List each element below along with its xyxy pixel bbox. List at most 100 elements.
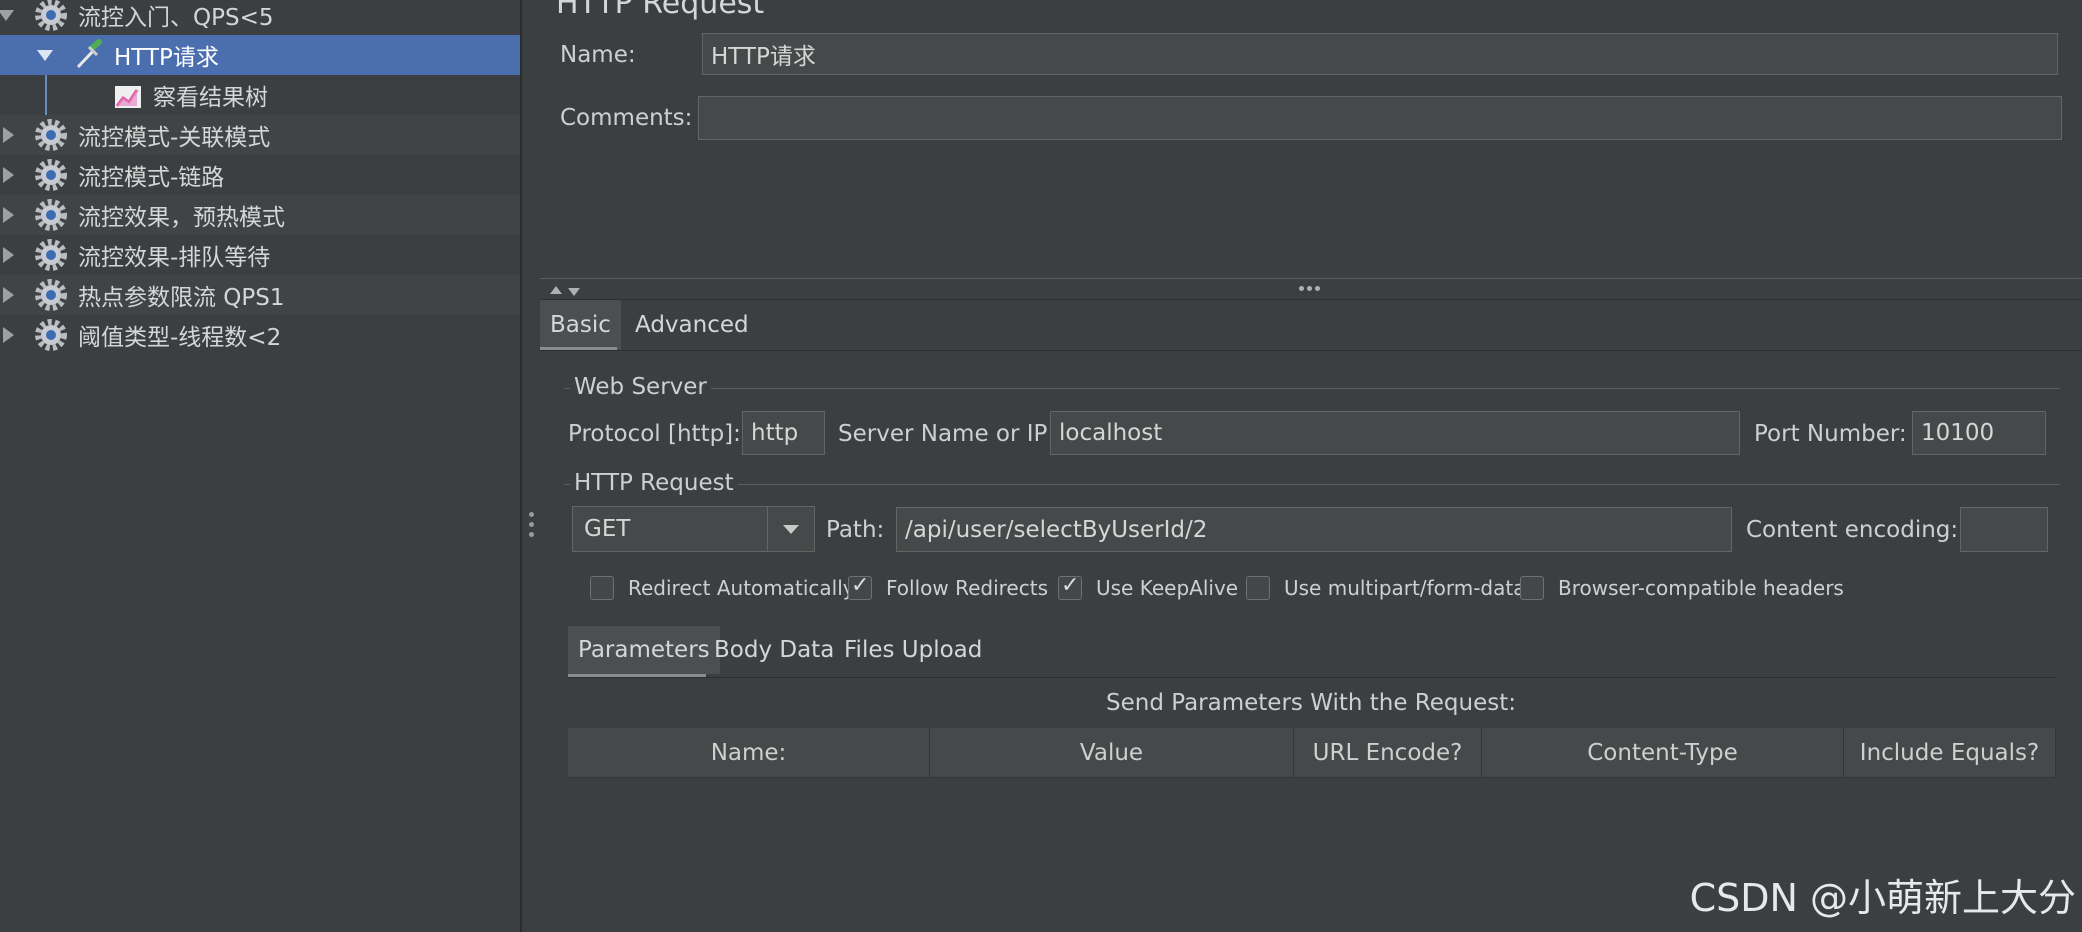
comments-field[interactable] (698, 96, 2062, 140)
gear-icon (34, 318, 68, 352)
web-server-group-title: Web Server (570, 374, 711, 400)
checkbox-label: Redirect Automatically (628, 576, 855, 600)
gear-icon (34, 158, 68, 192)
tree-item-flow-control-intro[interactable]: 流控入门、QPS<5 (0, 0, 520, 35)
expand-arrow-icon[interactable] (3, 247, 14, 263)
tree-item-label: 察看结果树 (153, 85, 268, 111)
tree-item-flow-mode-associate[interactable]: 流控模式-关联模式 (0, 115, 520, 155)
chart-icon (111, 78, 145, 112)
collapse-down-icon[interactable] (568, 288, 580, 296)
protocol-field[interactable] (742, 411, 825, 455)
column-header-content-type[interactable]: Content-Type (1482, 728, 1844, 778)
tree-item-hotspot-param[interactable]: 热点参数限流 QPS1 (0, 275, 520, 315)
chevron-down-icon (783, 525, 799, 534)
tree-item-threshold-threads[interactable]: 阈值类型-线程数<2 (0, 315, 520, 355)
tree-item-label: 流控入门、QPS<5 (78, 5, 274, 31)
column-header-name[interactable]: Name: (568, 728, 930, 778)
port-field[interactable] (1912, 411, 2046, 455)
panel-splitter[interactable] (522, 0, 541, 932)
protocol-label: Protocol [http]: (568, 421, 741, 447)
expand-arrow-icon[interactable] (3, 167, 14, 183)
tree-item-flow-effect-queue[interactable]: 流控效果-排队等待 (0, 235, 520, 275)
checkbox-label: Use KeepAlive (1096, 576, 1239, 600)
tree-item-label: HTTP请求 (114, 45, 219, 71)
tab-files-upload[interactable]: Files Upload (836, 626, 990, 674)
tab-parameters[interactable]: Parameters (568, 626, 720, 674)
name-field[interactable] (702, 33, 2058, 75)
tab-basic[interactable]: Basic (540, 300, 621, 350)
expand-arrow-icon[interactable] (3, 127, 14, 143)
checkbox-box[interactable]: ✓ (848, 573, 872, 600)
tree-item-label: 流控效果，预热模式 (78, 205, 285, 231)
path-label: Path: (826, 517, 885, 543)
http-request-group-title: HTTP Request (570, 470, 738, 496)
checkbox-label: Browser-compatible headers (1558, 576, 1844, 600)
tree-item-flow-mode-link[interactable]: 流控模式-链路 (0, 155, 520, 195)
server-name-label: Server Name or IP: (838, 421, 1056, 447)
splitter-dot (529, 512, 534, 517)
tree-item-label: 流控模式-关联模式 (78, 125, 271, 151)
tree-item-label: 流控模式-链路 (78, 165, 225, 191)
tree-item-label: 流控效果-排队等待 (78, 245, 271, 271)
content-encoding-field[interactable] (1960, 507, 2048, 552)
column-header-url-encode[interactable]: URL Encode? (1294, 728, 1482, 778)
pipette-icon (72, 38, 106, 72)
parameters-caption: Send Parameters With the Request: (1106, 690, 1516, 716)
tree-item-label: 热点参数限流 QPS1 (78, 285, 285, 311)
dropdown-button[interactable] (767, 507, 814, 551)
gear-icon (34, 0, 68, 32)
tree-item-http-request[interactable]: HTTP请求 (0, 35, 520, 75)
content-encoding-label: Content encoding: (1746, 517, 1959, 543)
gear-icon (34, 118, 68, 152)
splitter-dot (529, 532, 534, 537)
gear-icon (34, 278, 68, 312)
checkbox-label: Use multipart/form-data (1284, 576, 1526, 600)
name-label: Name: (560, 42, 636, 68)
splitter-dot (1299, 286, 1304, 291)
tree-item-flow-effect-warmup[interactable]: 流控效果，预热模式 (0, 195, 520, 235)
tree-item-label: 阈值类型-线程数<2 (78, 325, 282, 351)
server-name-field[interactable] (1050, 411, 1740, 455)
tab-body-data[interactable]: Body Data (706, 626, 842, 674)
checkbox-box[interactable]: ✓ (1058, 573, 1082, 600)
checkmark-icon: ✓ (1061, 573, 1080, 598)
group-border (564, 484, 2060, 485)
tabs-divider (540, 350, 2082, 351)
checkmark-icon: ✓ (851, 573, 870, 598)
comments-label: Comments: (560, 105, 693, 131)
test-plan-tree: 流控入门、QPS<5 HTTP请求 察看结果树 流控模式-关联模式 流控模式-链… (0, 0, 522, 932)
expand-arrow-icon[interactable] (3, 287, 14, 303)
method-select[interactable]: GET (572, 506, 815, 552)
http-request-panel: HTTP Request Name: Comments: Basic Advan… (540, 0, 2082, 932)
tree-item-view-results-tree[interactable]: 察看结果树 (0, 75, 520, 115)
use-keepalive-checkbox[interactable]: ✓ Use KeepAlive (1058, 573, 1239, 600)
splitter-dot (1315, 286, 1320, 291)
expand-arrow-icon[interactable] (3, 207, 14, 223)
checkbox-label: Follow Redirects (886, 576, 1048, 600)
redirect-automatically-checkbox[interactable]: Redirect Automatically (590, 576, 855, 600)
checkbox-box[interactable] (1520, 576, 1544, 600)
collapse-up-icon[interactable] (550, 286, 562, 294)
checkbox-box[interactable] (1246, 576, 1270, 600)
path-field[interactable] (896, 507, 1732, 552)
tabs-divider (568, 677, 2056, 678)
section-splitter[interactable] (540, 278, 2082, 300)
browser-compatible-headers-checkbox[interactable]: Browser-compatible headers (1520, 576, 1844, 600)
splitter-dot (1307, 286, 1312, 291)
gear-icon (34, 238, 68, 272)
expand-arrow-icon[interactable] (37, 49, 53, 61)
port-label: Port Number: (1754, 421, 1907, 447)
expand-arrow-icon[interactable] (3, 327, 14, 343)
panel-title: HTTP Request (556, 0, 765, 21)
column-header-include-equals[interactable]: Include Equals? (1844, 728, 2056, 778)
checkbox-box[interactable] (590, 576, 614, 600)
tab-advanced[interactable]: Advanced (625, 300, 759, 350)
expand-arrow-icon[interactable] (0, 9, 14, 21)
use-multipart-checkbox[interactable]: Use multipart/form-data (1246, 576, 1525, 600)
group-border (564, 388, 2060, 389)
follow-redirects-checkbox[interactable]: ✓ Follow Redirects (848, 573, 1048, 600)
splitter-dot (529, 522, 534, 527)
column-header-value[interactable]: Value (930, 728, 1294, 778)
method-value: GET (584, 516, 631, 542)
watermark: CSDN @小萌新上大分 (1689, 876, 2076, 920)
